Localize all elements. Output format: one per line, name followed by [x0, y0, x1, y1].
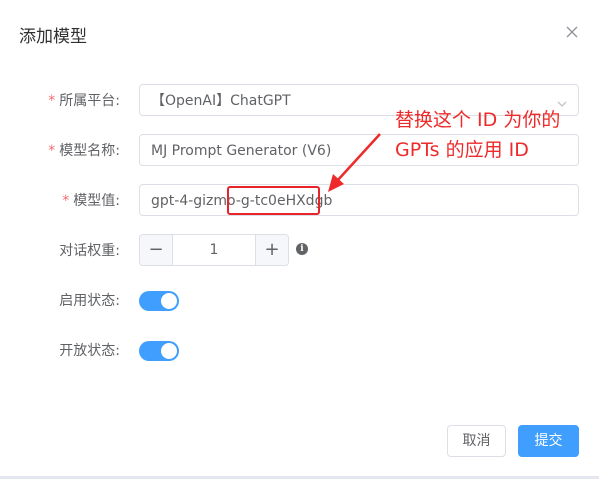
platform-select-value: 【OpenAI】ChatGPT [151, 93, 291, 109]
required-asterisk: * [48, 93, 56, 109]
dialog-title: 添加模型 [19, 27, 87, 47]
platform-label: * 所属平台: [0, 91, 120, 111]
required-asterisk: * [48, 143, 56, 159]
model-value-label-text: 模型值: [73, 193, 120, 209]
model-name-label: * 模型名称: [0, 141, 120, 161]
close-icon[interactable] [562, 22, 582, 42]
add-model-dialog: 添加模型 * 所属平台: 【OpenAI】ChatGPT * 模型名称: MJ Pr… [0, 0, 599, 479]
model-name-label-text: 模型名称: [59, 143, 120, 159]
enabled-toggle[interactable] [139, 291, 179, 311]
annotation-line-2: GPTs 的应用 ID [395, 139, 529, 161]
annotation-text: 替换这个 ID 为你的 GPTs 的应用 ID [395, 105, 560, 165]
annotation-arrow [328, 133, 381, 192]
increment-button[interactable]: + [255, 235, 288, 265]
weight-value[interactable]: 1 [173, 240, 255, 260]
toggle-knob [161, 343, 177, 359]
weight-label: 对话权重: [59, 243, 120, 259]
platform-label-text: 所属平台: [59, 93, 120, 109]
gpt-id-highlight-box [227, 186, 320, 215]
decrement-button[interactable]: − [140, 235, 173, 265]
public-toggle[interactable] [139, 341, 179, 361]
cancel-button[interactable]: 取消 [447, 425, 506, 457]
model-value-label: * 模型值: [0, 191, 120, 211]
model-value-input[interactable]: gpt-4-gizmo-g-tc0eHXdgb [139, 184, 579, 216]
required-asterisk: * [62, 193, 70, 209]
weight-stepper[interactable]: − 1 + [139, 234, 289, 266]
model-name-input-value: MJ Prompt Generator (V6) [151, 143, 332, 159]
public-label: 开放状态: [59, 343, 120, 359]
enabled-label: 启用状态: [59, 293, 120, 309]
toggle-knob [161, 293, 177, 309]
annotation-line-1: 替换这个 ID 为你的 [395, 109, 561, 131]
info-icon[interactable]: i [296, 243, 308, 255]
submit-button[interactable]: 提交 [518, 425, 579, 457]
